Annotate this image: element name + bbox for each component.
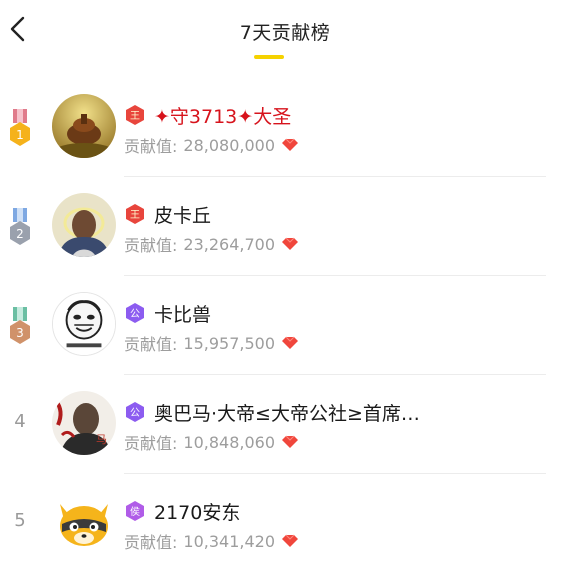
avatar[interactable] xyxy=(52,490,116,554)
user-name[interactable]: 2170安东 xyxy=(154,498,240,525)
avatar[interactable] xyxy=(52,193,116,257)
row-divider xyxy=(124,473,546,474)
contribution-label: 贡献值: xyxy=(124,533,178,552)
silver-medal-icon: 2 xyxy=(10,208,30,245)
ruby-gem-icon xyxy=(282,534,299,547)
svg-text:公: 公 xyxy=(130,408,140,419)
duke-badge-icon: 公 xyxy=(126,402,144,422)
ruby-gem-icon xyxy=(282,237,299,250)
king-badge-icon: 王 xyxy=(126,105,144,125)
top-bar: 7天贡献榜 xyxy=(0,0,570,70)
contribution-label: 贡献值: xyxy=(124,434,178,453)
king-badge-icon: 王 xyxy=(126,204,144,224)
leaderboard-row[interactable]: 1 王 ✦守3713✦大圣 贡献值: 28,080,000 xyxy=(0,80,570,178)
row-divider xyxy=(124,374,546,375)
svg-text:1: 1 xyxy=(16,128,24,142)
avatar[interactable]: 马 xyxy=(52,391,116,455)
svg-text:王: 王 xyxy=(130,210,140,221)
ruby-gem-icon xyxy=(282,336,299,349)
rank-number: 4 xyxy=(14,411,26,432)
contribution-label: 贡献值: xyxy=(124,335,178,354)
user-name[interactable]: 卡比兽 xyxy=(154,300,211,327)
svg-text:3: 3 xyxy=(16,326,24,340)
contribution-value: 23,264,700 xyxy=(183,234,276,254)
avatar[interactable] xyxy=(52,94,116,158)
row-divider xyxy=(124,176,546,177)
ruby-gem-icon xyxy=(282,435,299,448)
svg-text:侯: 侯 xyxy=(130,505,140,518)
contribution-label: 贡献值: xyxy=(124,236,178,255)
svg-text:2: 2 xyxy=(16,227,24,241)
leaderboard-row[interactable]: 4 马 公 奥巴马·大帝≤大帝公社≥首席… 贡献值: 10,848,060 xyxy=(0,377,570,475)
user-name[interactable]: ✦守3713✦大圣 xyxy=(154,102,291,129)
svg-text:马: 马 xyxy=(96,433,107,446)
contribution-value: 10,341,420 xyxy=(183,531,276,551)
leaderboard-row[interactable]: 5 侯 2170安东 贡献值: 10,341,420 xyxy=(0,476,570,574)
page-title: 7天贡献榜 xyxy=(239,22,331,44)
contribution-value: 15,957,500 xyxy=(183,333,276,353)
marquis-badge-icon: 侯 xyxy=(126,501,144,521)
svg-text:王: 王 xyxy=(130,111,140,122)
rank-number: 5 xyxy=(14,510,26,531)
duke-badge-icon: 公 xyxy=(126,303,144,323)
ruby-gem-icon xyxy=(282,138,299,151)
user-name[interactable]: 奥巴马·大帝≤大帝公社≥首席… xyxy=(154,399,420,426)
user-name[interactable]: 皮卡丘 xyxy=(154,201,211,228)
gold-medal-icon: 1 xyxy=(10,109,30,146)
avatar[interactable] xyxy=(52,292,116,356)
row-divider xyxy=(124,275,546,276)
title-underline xyxy=(254,55,284,59)
svg-text:公: 公 xyxy=(130,309,140,320)
bronze-medal-icon: 3 xyxy=(10,307,30,344)
contribution-value: 28,080,000 xyxy=(183,135,276,155)
leaderboard-row[interactable]: 2 王 皮卡丘 贡献值: 23,264,700 xyxy=(0,179,570,277)
leaderboard-row[interactable]: 3 公 卡比兽 贡献值: 15,957,500 xyxy=(0,278,570,376)
contribution-value: 10,848,060 xyxy=(183,432,276,452)
contribution-label: 贡献值: xyxy=(124,137,178,156)
